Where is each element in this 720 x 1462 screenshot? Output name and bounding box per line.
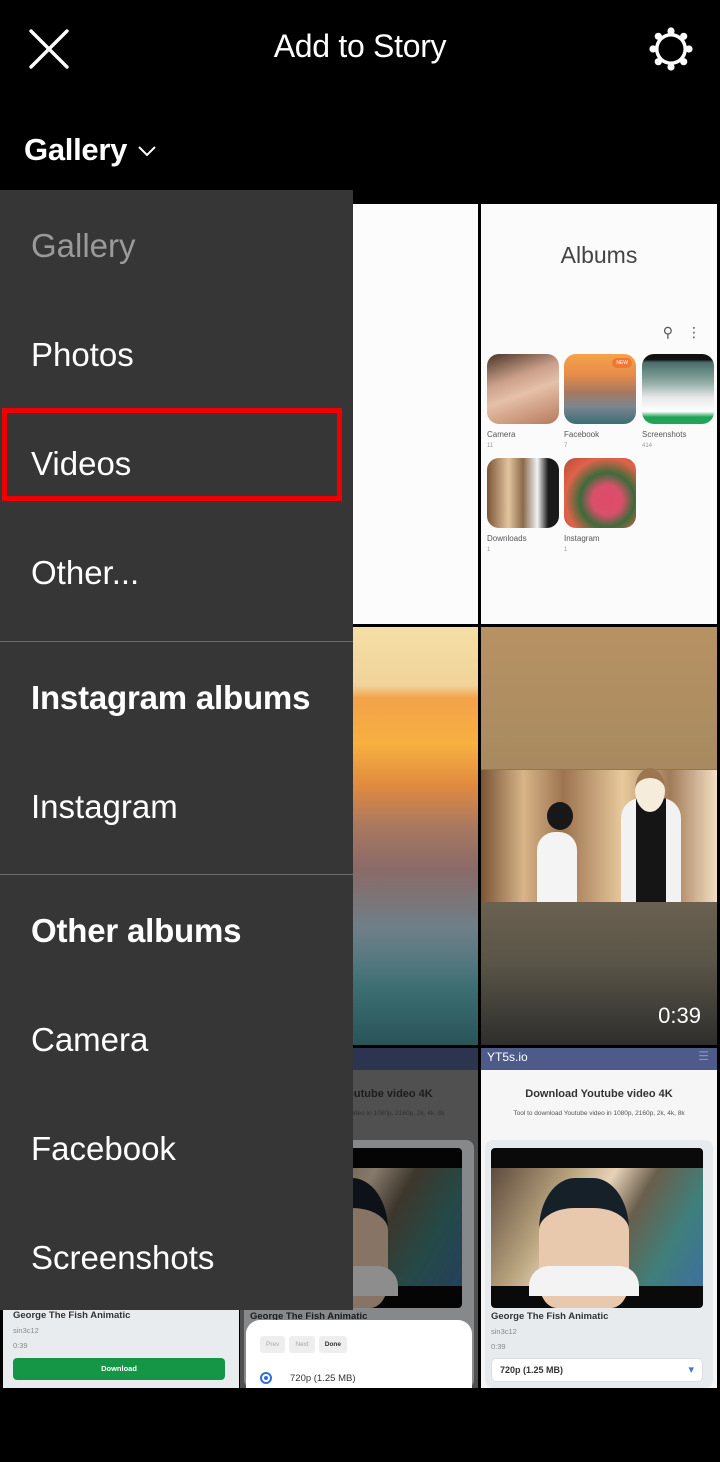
sheet-next-button: Next bbox=[289, 1336, 315, 1353]
sheet-buttons: Prev Next Done bbox=[260, 1336, 347, 1353]
yt-download-button: Download bbox=[13, 1358, 225, 1380]
video-thumbnail-scene bbox=[481, 768, 717, 902]
album-thumbnail bbox=[642, 354, 714, 424]
album-count: 414 bbox=[642, 443, 653, 449]
media-tile-albums-screenshot[interactable]: Albums ⚲ ⋮ Camera 11 NEW Facebook 7 Scre… bbox=[481, 204, 717, 624]
yt-author: sin3c12 bbox=[13, 1326, 39, 1335]
albums-toolbar: ⚲ ⋮ bbox=[663, 324, 701, 341]
new-badge: NEW bbox=[612, 358, 632, 368]
menu-divider bbox=[0, 641, 353, 642]
yt-heading: Download Youtube video 4K bbox=[525, 1088, 673, 1100]
radio-selected-icon bbox=[260, 1372, 272, 1384]
yt-quality-sheet: Prev Next Done 720p (1.25 MB) bbox=[246, 1320, 472, 1388]
quality-option-label: 720p (1.25 MB) bbox=[290, 1372, 356, 1384]
menu-item-other[interactable]: Other... bbox=[0, 518, 353, 627]
albums-screenshot-title: Albums bbox=[560, 242, 638, 268]
album-name: Facebook bbox=[564, 430, 600, 439]
yt-time: 0:39 bbox=[491, 1342, 506, 1351]
album-thumbnail: NEW bbox=[564, 354, 636, 424]
more-options-icon: ⋮ bbox=[687, 324, 701, 340]
album-card: Screenshots 414 bbox=[642, 354, 714, 449]
yt-video-thumbnail bbox=[491, 1148, 703, 1308]
menu-section-instagram-albums: Instagram albums bbox=[31, 678, 311, 716]
album-count: 11 bbox=[487, 443, 494, 449]
yt-video-title: George The Fish Animatic bbox=[491, 1311, 609, 1322]
thumbnail-character bbox=[537, 802, 577, 902]
page-title: Add to Story bbox=[273, 28, 447, 64]
yt-subheading: Tool to download Youtube video in 1080p,… bbox=[513, 1110, 685, 1117]
yt-site-header: YT5s.io ☰ bbox=[481, 1048, 717, 1070]
album-thumbnail bbox=[487, 354, 559, 424]
menu-divider bbox=[0, 874, 353, 875]
menu-item-instagram[interactable]: Instagram bbox=[0, 752, 353, 861]
search-icon: ⚲ bbox=[662, 324, 673, 340]
menu-section-other-albums: Other albums bbox=[31, 911, 242, 949]
gallery-source-menu: Gallery Photos Videos Other... Instagram… bbox=[0, 190, 353, 1310]
album-count: 7 bbox=[564, 443, 568, 449]
sheet-prev-button: Prev bbox=[260, 1336, 286, 1353]
album-name: Instagram bbox=[564, 534, 600, 543]
album-count: 1 bbox=[487, 547, 491, 553]
gallery-source-selector[interactable]: Gallery bbox=[24, 128, 157, 172]
settings-button[interactable] bbox=[648, 26, 694, 72]
menu-item-facebook[interactable]: Facebook bbox=[0, 1094, 353, 1203]
yt-author: sin3c12 bbox=[491, 1327, 517, 1336]
gallery-selector-label: Gallery bbox=[24, 132, 128, 167]
media-tile-video[interactable]: 0:39 bbox=[481, 627, 717, 1045]
sheet-done-button: Done bbox=[318, 1336, 347, 1353]
album-name: Screenshots bbox=[642, 430, 687, 439]
album-count: 1 bbox=[564, 547, 568, 553]
settings-gear-icon bbox=[649, 27, 693, 71]
menu-item-videos[interactable]: Videos bbox=[0, 409, 353, 518]
album-card: Downloads 1 bbox=[487, 458, 559, 553]
yt-video-frame bbox=[491, 1168, 703, 1308]
menu-item-screenshots[interactable]: Screenshots bbox=[0, 1203, 353, 1312]
top-bar: Add to Story bbox=[0, 0, 720, 100]
album-name: Camera bbox=[487, 430, 516, 439]
thumbnail-character bbox=[621, 768, 681, 902]
video-duration: 0:39 bbox=[658, 1003, 701, 1028]
menu-item-photos[interactable]: Photos bbox=[0, 300, 353, 409]
album-card: NEW Facebook 7 bbox=[564, 354, 636, 449]
hamburger-menu-icon: ☰ bbox=[698, 1049, 709, 1063]
menu-item-camera[interactable]: Camera bbox=[0, 985, 353, 1094]
chevron-down-icon bbox=[138, 146, 156, 157]
yt-quality-select: 720p (1.25 MB) bbox=[491, 1358, 703, 1382]
album-thumbnail bbox=[487, 458, 559, 528]
media-tile-yt-screenshot[interactable]: YT5s.io ☰ Download Youtube video 4K Tool… bbox=[481, 1048, 717, 1388]
album-card: Instagram 1 bbox=[564, 458, 636, 553]
album-thumbnail bbox=[564, 458, 636, 528]
album-name: Downloads bbox=[487, 534, 527, 543]
album-card: Camera 11 bbox=[487, 354, 559, 449]
sheet-quality-option: 720p (1.25 MB) bbox=[260, 1372, 355, 1384]
yt-site-name: YT5s.io bbox=[487, 1050, 528, 1064]
yt-time: 0:39 bbox=[13, 1341, 28, 1350]
menu-item-gallery[interactable]: Gallery bbox=[0, 191, 353, 300]
